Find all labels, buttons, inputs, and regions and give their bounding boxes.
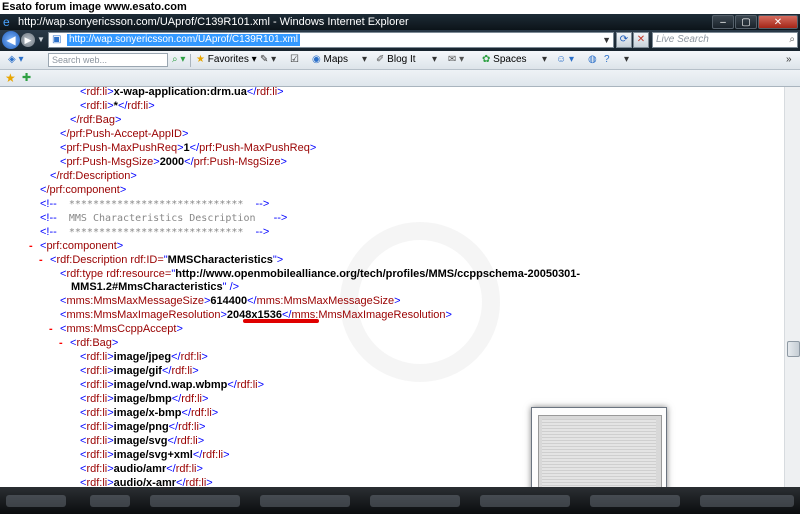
spaces-icon: ✿ <box>482 54 491 65</box>
mail-icon[interactable]: ✉ ▾ <box>448 53 464 67</box>
scrollbar-thumb[interactable] <box>787 341 800 357</box>
messenger-icon[interactable]: ☺ ▾ <box>556 53 574 67</box>
help-icon[interactable]: ? <box>604 53 610 67</box>
xml-line[interactable]: - <rdf:Description rdf:ID="MMSCharacteris… <box>39 254 283 267</box>
add-favorite-icon[interactable]: ✚ <box>22 71 31 85</box>
xml-list-item: <rdf:li>image/gif</rdf:li> <box>80 365 199 377</box>
xml-list-item: <rdf:li>audio/x-amr</rdf:li> <box>80 477 213 487</box>
spaces-menu[interactable]: ✿ Spaces <box>482 53 527 67</box>
blog-it-label: Blog It <box>387 54 416 65</box>
xml-list-item: <rdf:li>image/svg</rdf:li> <box>80 435 205 447</box>
toolbar-overflow-icon[interactable]: » <box>786 53 792 67</box>
maps-menu[interactable]: ◉ Maps <box>312 53 348 67</box>
stop-button[interactable]: ✕ <box>633 32 649 48</box>
edit-icon[interactable]: ☑ <box>290 53 299 67</box>
maximize-button[interactable]: ▢ <box>735 15 757 29</box>
xml-list-item: <rdf:li>image/vnd.wap.wbmp</rdf:li> <box>80 379 265 391</box>
window-title: http://wap.sonyericsson.com/UAprof/C139R… <box>18 16 409 28</box>
refresh-button[interactable]: ⟳ <box>616 32 632 48</box>
address-bar[interactable]: ▣ http://wap.sonyericsson.com/UAprof/C13… <box>48 32 614 48</box>
favorites-menu[interactable]: ★ Favorites ▾ <box>196 53 257 67</box>
xml-line: </prf:component> <box>40 184 127 196</box>
collapse-toggle[interactable]: - <box>49 323 60 336</box>
collapse-toggle[interactable]: - <box>39 254 50 267</box>
maps-label: Maps <box>323 54 348 65</box>
taskbar <box>0 487 800 514</box>
toolbar-separator <box>190 54 191 67</box>
vertical-scrollbar[interactable] <box>784 87 800 487</box>
back-button[interactable]: ◀ <box>2 31 20 49</box>
xml-comment: <!-- ***************************** --> <box>40 226 270 238</box>
xml-comment: <!-- MMS Characteristics Description --> <box>40 212 288 224</box>
close-button[interactable]: ✕ <box>758 15 798 29</box>
system-tray[interactable] <box>700 495 794 507</box>
red-underline-annotation <box>243 319 319 323</box>
xml-line: <rdf:li>x-wap-application:drm.ua</rdf:li… <box>80 87 284 98</box>
xml-line[interactable]: - <prf:component> <box>29 240 123 253</box>
favorites-label: Favorites <box>207 54 249 65</box>
spaces-dropdown-icon[interactable]: ▾ <box>542 53 547 67</box>
pen-icon[interactable]: ✎ ▾ <box>260 53 276 67</box>
help-dropdown-icon[interactable]: ▾ <box>624 53 629 67</box>
taskbar-item[interactable] <box>260 495 350 507</box>
xml-list-item: <rdf:li>image/jpeg</rdf:li> <box>80 351 208 363</box>
thumbnail-window <box>538 415 662 497</box>
search-go-icon[interactable]: ⌕ ▾ <box>172 53 185 67</box>
blog-icon: ✐ <box>376 54 385 65</box>
forward-button[interactable]: ▶ <box>21 33 35 47</box>
taskbar-item[interactable] <box>590 495 680 507</box>
taskbar-item[interactable] <box>150 495 240 507</box>
xml-line: </rdf:Bag> <box>70 114 122 126</box>
taskbar-item[interactable] <box>480 495 570 507</box>
blog-dropdown-icon[interactable]: ▾ <box>432 53 437 67</box>
window-titlebar: e http://wap.sonyericsson.com/UAprof/C13… <box>0 14 800 30</box>
taskbar-item[interactable] <box>6 495 66 507</box>
star-icon: ★ <box>196 54 205 65</box>
taskbar-item[interactable] <box>370 495 460 507</box>
history-dropdown-icon[interactable]: ▼ <box>37 35 45 44</box>
xml-list-item: <rdf:li>audio/amr</rdf:li> <box>80 463 203 475</box>
search-web-input[interactable]: Search web... <box>48 53 168 67</box>
ie-logo-icon: e <box>3 15 10 29</box>
xml-line: <prf:Push-MaxPushReq>1</prf:Push-MaxPush… <box>60 142 317 154</box>
watermark-text: Esato forum image www.esato.com <box>0 0 800 14</box>
xml-line: <mms:MmsMaxMessageSize>614400</mms:MmsMa… <box>60 295 401 307</box>
window-controls: – ▢ ✕ <box>712 15 798 29</box>
xml-line[interactable]: - <mms:MmsCcppAccept> <box>49 323 183 336</box>
favorites-bar: ★ ✚ <box>0 70 800 87</box>
windows-live-icon[interactable]: ◈ ▾ <box>8 53 24 67</box>
maps-icon: ◉ <box>312 54 321 65</box>
xml-comment: <!-- ***************************** --> <box>40 198 270 210</box>
xml-line: MMS1.2#MmsCharacteristics" /> <box>71 281 240 293</box>
xml-list-item: <rdf:li>image/bmp</rdf:li> <box>80 393 209 405</box>
maps-dropdown-icon[interactable]: ▾ <box>362 53 367 67</box>
xml-list-item: <rdf:li>image/x-bmp</rdf:li> <box>80 407 219 419</box>
page-icon: ▣ <box>52 34 62 45</box>
windows-live-toolbar: ◈ ▾ Search web... ⌕ ▾ ★ Favorites ▾ ✎ ▾ … <box>0 51 800 70</box>
collapse-toggle[interactable]: - <box>59 337 70 350</box>
taskbar-item[interactable] <box>90 495 130 507</box>
xml-line: </rdf:Description> <box>50 170 137 182</box>
spaces-label: Spaces <box>493 54 527 65</box>
address-url[interactable]: http://wap.sonyericsson.com/UAprof/C139R… <box>67 34 300 46</box>
xml-list-item: <rdf:li>image/svg+xml</rdf:li> <box>80 449 230 461</box>
xml-line[interactable]: - <rdf:Bag> <box>59 337 118 350</box>
xml-line: </prf:Push-Accept-AppID> <box>60 128 189 140</box>
minimize-button[interactable]: – <box>712 15 734 29</box>
xml-line: <rdf:li>*</rdf:li> <box>80 100 155 112</box>
blog-it-menu[interactable]: ✐ Blog It <box>376 53 416 67</box>
address-dropdown-icon[interactable]: ▼ <box>602 33 611 47</box>
onecare-icon[interactable]: ◍ <box>588 53 597 67</box>
navigation-bar: ◀ ▶ ▼ ▣ http://wap.sonyericsson.com/UApr… <box>0 30 800 51</box>
xml-list-item: <rdf:li>image/png</rdf:li> <box>80 421 206 433</box>
xml-line: <prf:Push-MsgSize>2000</prf:Push-MsgSize… <box>60 156 287 168</box>
xml-line: <rdf:type rdf:resource="http://www.openm… <box>60 268 581 280</box>
live-search-placeholder: Live Search <box>656 34 709 45</box>
search-web-placeholder: Search web... <box>52 55 108 65</box>
favorites-center-icon[interactable]: ★ <box>5 71 16 85</box>
live-search-input[interactable]: Live Search ⌕ <box>652 32 798 48</box>
collapse-toggle[interactable]: - <box>29 240 40 253</box>
search-icon[interactable]: ⌕ <box>789 33 795 47</box>
